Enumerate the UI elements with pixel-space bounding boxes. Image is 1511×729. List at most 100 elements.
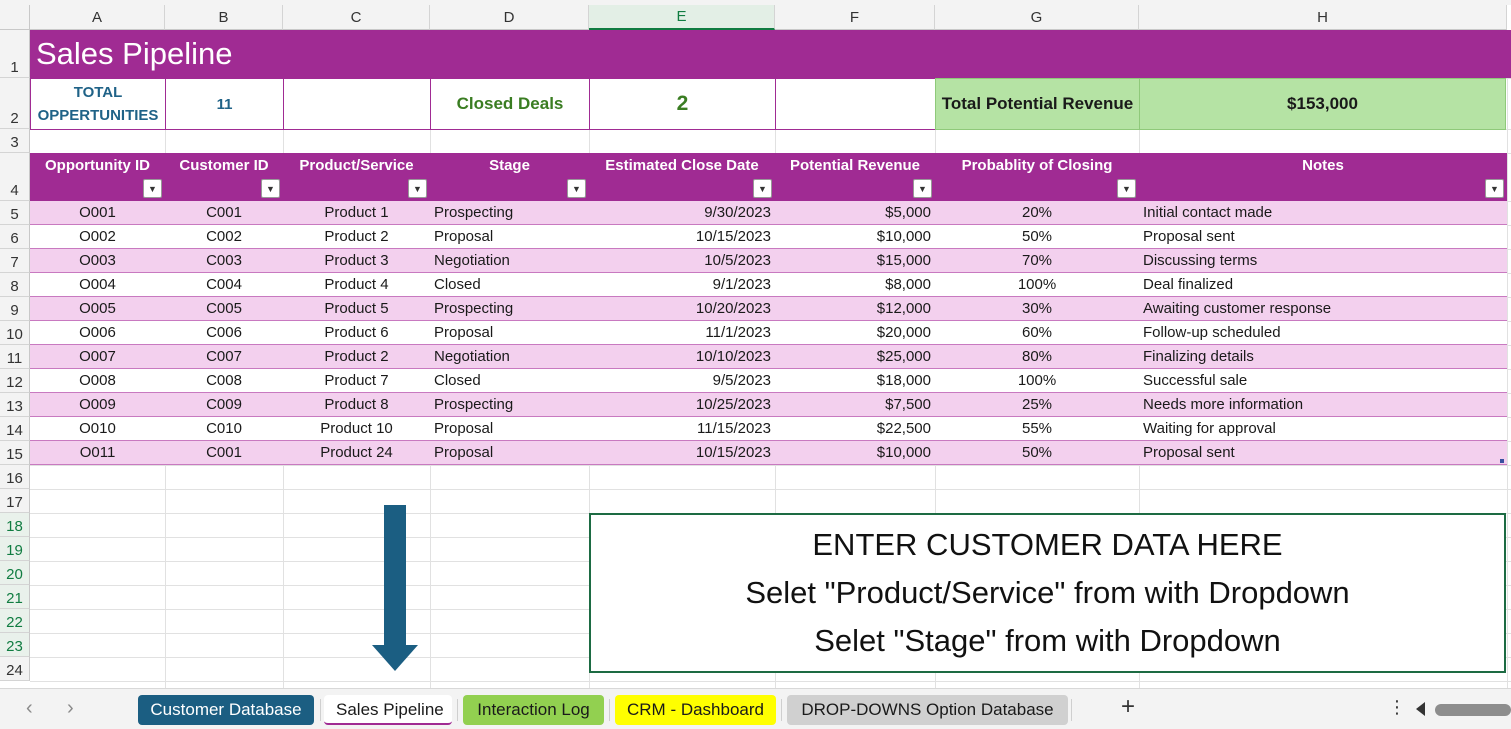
table-cell[interactable]: C001 [165, 201, 283, 225]
column-header-g[interactable]: G [935, 5, 1139, 30]
row-header-24[interactable]: 24 [0, 657, 30, 681]
table-cell[interactable]: 10/20/2023 [589, 297, 775, 321]
table-cell[interactable]: Product 2 [283, 345, 430, 369]
table-cell[interactable]: Product 6 [283, 321, 430, 345]
table-cell[interactable]: $25,000 [775, 345, 935, 369]
row-header-1[interactable]: 1 [0, 30, 30, 78]
sheet-tab-customer-database[interactable]: Customer Database [138, 695, 314, 725]
closed-deals-value[interactable]: 2 [589, 78, 776, 130]
filter-dropdown-icon[interactable]: ▼ [261, 179, 280, 198]
table-cell[interactable]: 50% [935, 225, 1139, 249]
table-cell[interactable]: 100% [935, 369, 1139, 393]
table-cell[interactable]: Product 7 [283, 369, 430, 393]
row-header-15[interactable]: 15 [0, 441, 30, 465]
sheet-tab-interaction-log[interactable]: Interaction Log [463, 695, 604, 725]
filter-dropdown-icon[interactable]: ▼ [913, 179, 932, 198]
table-cell[interactable]: Proposal [430, 225, 589, 249]
table-cell[interactable]: Closed [430, 369, 589, 393]
table-cell[interactable]: 30% [935, 297, 1139, 321]
column-title-6[interactable]: Probablity of Closing [935, 153, 1139, 201]
table-cell[interactable]: 10/25/2023 [589, 393, 775, 417]
table-cell[interactable]: $8,000 [775, 273, 935, 297]
chevron-right-icon[interactable]: › [67, 697, 74, 720]
table-cell[interactable]: $18,000 [775, 369, 935, 393]
column-header-f[interactable]: F [775, 5, 935, 30]
table-cell[interactable]: O008 [30, 369, 165, 393]
table-cell[interactable]: Closed [430, 273, 589, 297]
column-header-a[interactable]: A [30, 5, 165, 30]
table-cell[interactable]: Product 2 [283, 225, 430, 249]
table-cell[interactable]: 50% [935, 441, 1139, 465]
sheet-tab-crm-dashboard[interactable]: CRM - Dashboard [615, 695, 776, 725]
plus-icon[interactable]: + [1121, 693, 1135, 721]
total-opportunities-value[interactable]: 11 [165, 78, 284, 130]
table-cell[interactable]: C002 [165, 225, 283, 249]
table-cell[interactable]: Initial contact made [1139, 201, 1507, 225]
table-cell[interactable]: Proposal [430, 321, 589, 345]
table-cell[interactable]: 11/1/2023 [589, 321, 775, 345]
row-header-19[interactable]: 19 [0, 537, 30, 561]
total-potential-revenue-value[interactable]: $153,000 [1139, 78, 1506, 130]
table-cell[interactable]: Waiting for approval [1139, 417, 1507, 441]
table-cell[interactable]: Prospecting [430, 201, 589, 225]
table-cell[interactable]: O002 [30, 225, 165, 249]
table-cell[interactable]: C005 [165, 297, 283, 321]
row-header-5[interactable]: 5 [0, 201, 30, 225]
row-header-2[interactable]: 2 [0, 78, 30, 129]
closed-deals-label[interactable]: Closed Deals [430, 78, 590, 130]
table-cell[interactable]: Product 1 [283, 201, 430, 225]
table-cell[interactable]: Product 24 [283, 441, 430, 465]
row-header-16[interactable]: 16 [0, 465, 30, 489]
column-header-d[interactable]: D [430, 5, 589, 30]
row-header-22[interactable]: 22 [0, 609, 30, 633]
table-cell[interactable]: Awaiting customer response [1139, 297, 1507, 321]
instruction-box[interactable]: ENTER CUSTOMER DATA HERE Selet "Product/… [589, 513, 1506, 673]
filter-dropdown-icon[interactable]: ▼ [1485, 179, 1504, 198]
table-cell[interactable]: Product 8 [283, 393, 430, 417]
table-cell[interactable]: Deal finalized [1139, 273, 1507, 297]
table-cell[interactable]: $22,500 [775, 417, 935, 441]
column-title-3[interactable]: Stage [430, 153, 589, 201]
table-cell[interactable]: Follow-up scheduled [1139, 321, 1507, 345]
table-cell[interactable]: O011 [30, 441, 165, 465]
total-opportunities-label[interactable]: TOTAL OPPERTUNITIES [30, 78, 166, 130]
table-cell[interactable]: C004 [165, 273, 283, 297]
table-cell[interactable]: Negotiation [430, 345, 589, 369]
kebab-icon[interactable]: ⋮ [1388, 697, 1406, 718]
table-cell[interactable]: Successful sale [1139, 369, 1507, 393]
table-cell[interactable]: C008 [165, 369, 283, 393]
table-cell[interactable]: C001 [165, 441, 283, 465]
filter-dropdown-icon[interactable]: ▼ [408, 179, 427, 198]
row-header-7[interactable]: 7 [0, 249, 30, 273]
row-header-13[interactable]: 13 [0, 393, 30, 417]
table-cell[interactable]: 70% [935, 249, 1139, 273]
table-cell[interactable]: $7,500 [775, 393, 935, 417]
table-cell[interactable]: Proposal [430, 441, 589, 465]
row-header-9[interactable]: 9 [0, 297, 30, 321]
table-cell[interactable]: 9/5/2023 [589, 369, 775, 393]
scroll-left-icon[interactable] [1416, 702, 1425, 716]
table-cell[interactable]: 10/15/2023 [589, 441, 775, 465]
kpi-empty-cell[interactable] [283, 78, 431, 130]
row-header-10[interactable]: 10 [0, 321, 30, 345]
table-cell[interactable]: 11/15/2023 [589, 417, 775, 441]
total-potential-revenue-label[interactable]: Total Potential Revenue [935, 78, 1140, 130]
row-header-11[interactable]: 11 [0, 345, 30, 369]
row-header-18[interactable]: 18 [0, 513, 30, 537]
table-cell[interactable]: $12,000 [775, 297, 935, 321]
column-title-4[interactable]: Estimated Close Date [589, 153, 775, 201]
table-cell[interactable]: Prospecting [430, 297, 589, 321]
table-cell[interactable]: $5,000 [775, 201, 935, 225]
table-cell[interactable]: $20,000 [775, 321, 935, 345]
table-cell[interactable]: C003 [165, 249, 283, 273]
row-header-21[interactable]: 21 [0, 585, 30, 609]
filter-dropdown-icon[interactable]: ▼ [143, 179, 162, 198]
table-cell[interactable]: $10,000 [775, 225, 935, 249]
row-header-17[interactable]: 17 [0, 489, 30, 513]
table-resize-handle[interactable] [1500, 459, 1504, 463]
column-title-7[interactable]: Notes [1139, 153, 1507, 201]
select-all-corner[interactable] [0, 5, 30, 30]
table-cell[interactable]: 60% [935, 321, 1139, 345]
row-header-14[interactable]: 14 [0, 417, 30, 441]
table-cell[interactable]: 25% [935, 393, 1139, 417]
